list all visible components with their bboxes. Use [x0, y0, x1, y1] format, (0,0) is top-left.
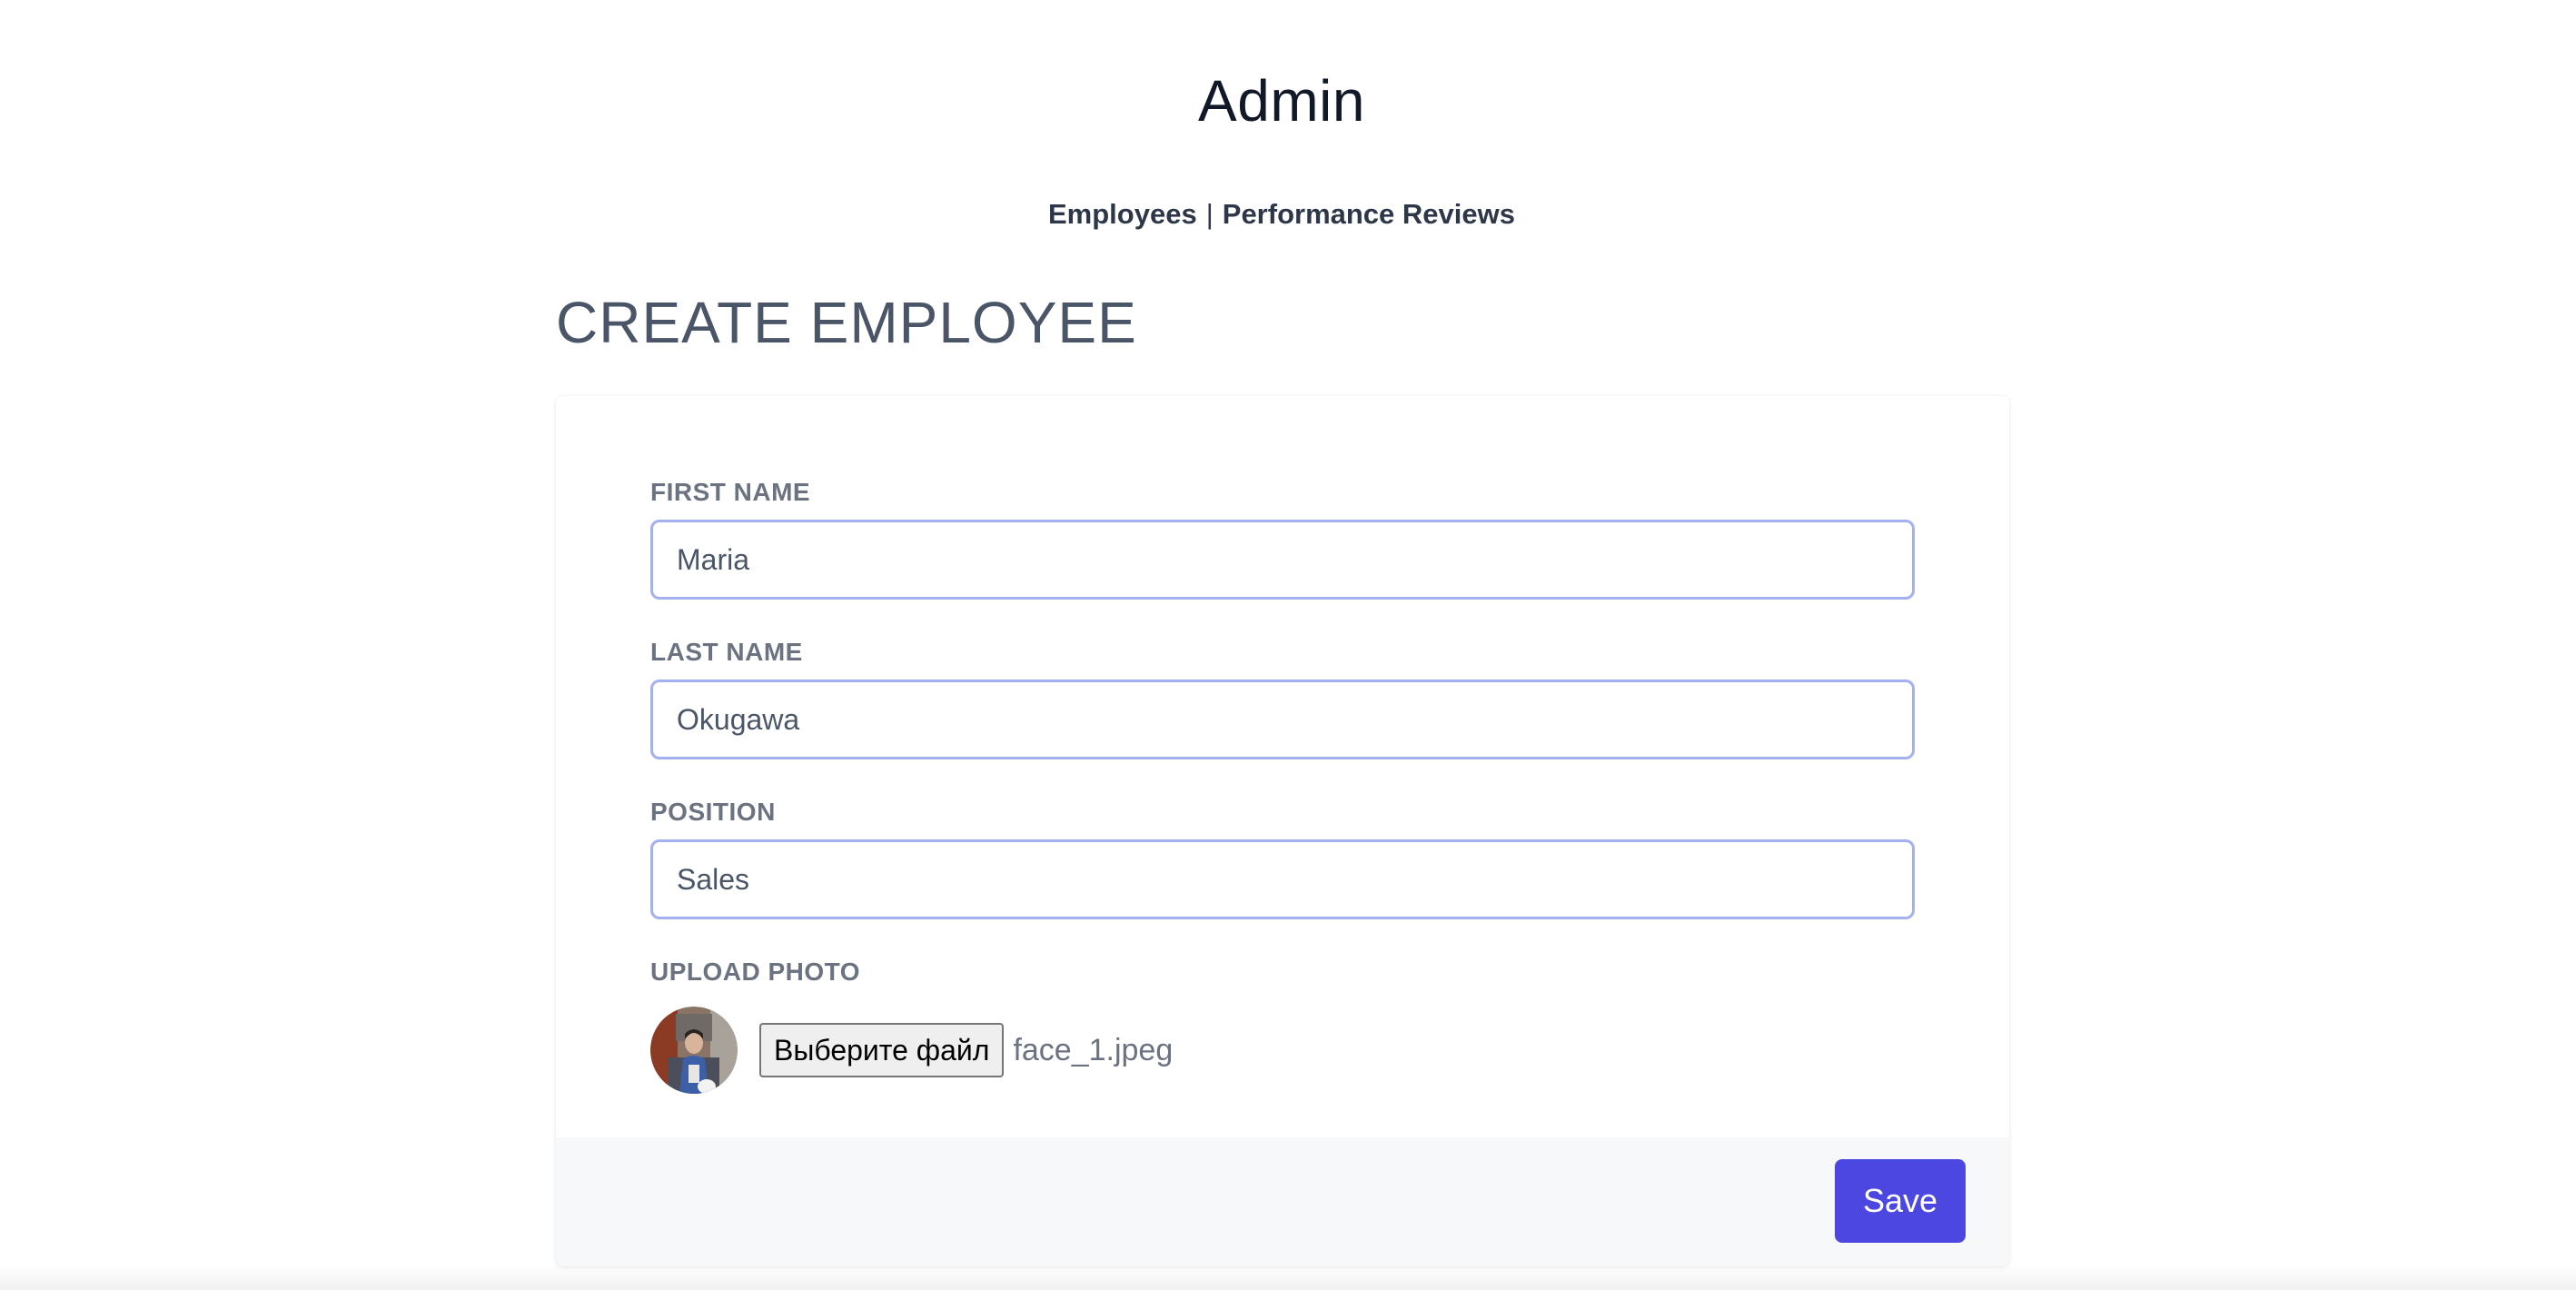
first-name-label: FIRST NAME — [650, 478, 811, 506]
photo-upload-row: Выберите файл face_1.jpeg — [650, 1007, 1173, 1094]
last-name-field[interactable] — [650, 680, 1915, 759]
nav-link-employees[interactable]: Employees — [1048, 198, 1197, 230]
page-title: CREATE EMPLOYEE — [556, 290, 1137, 355]
form-footer: Save — [556, 1137, 2009, 1266]
person-photo-icon — [650, 1007, 738, 1094]
main-nav: Employees | Performance Reviews — [0, 198, 2563, 231]
position-label: POSITION — [650, 798, 776, 826]
bottom-shadow-divider — [0, 1265, 2576, 1290]
nav-link-performance-reviews[interactable]: Performance Reviews — [1223, 198, 1515, 230]
nav-separator: | — [1205, 198, 1214, 230]
avatar — [650, 1007, 738, 1094]
position-field[interactable] — [650, 839, 1915, 919]
last-name-label: LAST NAME — [650, 638, 803, 666]
form-body: FIRST NAME LAST NAME POSITION UPLOAD PHO… — [556, 396, 2009, 1137]
choose-file-button[interactable]: Выберите файл — [759, 1023, 1005, 1077]
first-name-field[interactable] — [650, 520, 1915, 600]
save-button[interactable]: Save — [1835, 1159, 1966, 1243]
selected-file-name: face_1.jpeg — [1013, 1032, 1174, 1067]
admin-page: Admin Employees | Performance Reviews CREA… — [0, 0, 2576, 1290]
upload-photo-label: UPLOAD PHOTO — [650, 958, 861, 986]
app-title: Admin — [1198, 68, 1365, 134]
create-employee-form: FIRST NAME LAST NAME POSITION UPLOAD PHO… — [556, 396, 2009, 1266]
